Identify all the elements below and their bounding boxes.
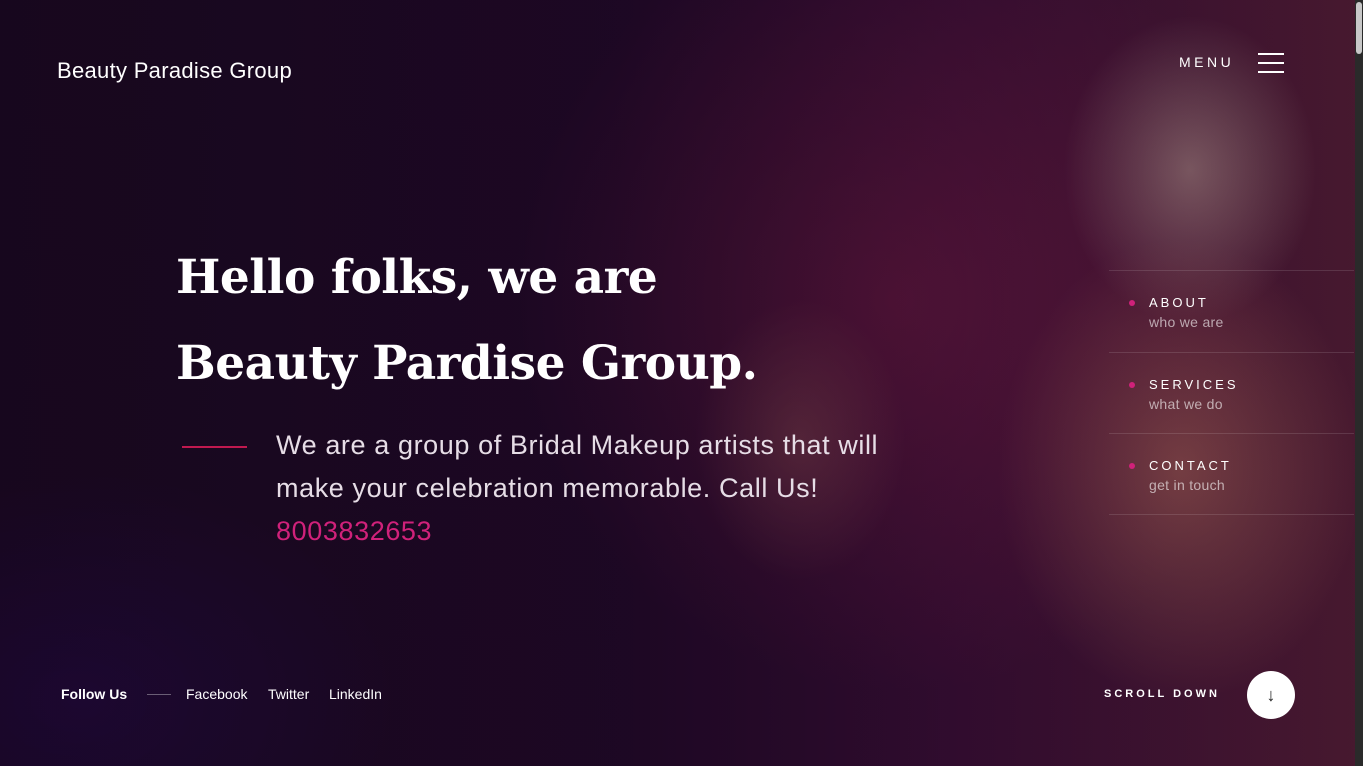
menu-label[interactable]: MENU (1179, 54, 1234, 70)
page-scrollbar[interactable] (1355, 0, 1363, 766)
phone-number-link[interactable]: 8003832653 (276, 516, 432, 546)
bullet-dot-icon (1129, 381, 1135, 388)
nav-item-title: SERVICES (1149, 376, 1239, 392)
hero-description: We are a group of Bridal Makeup artists … (276, 424, 916, 553)
hero-heading-line-1: Hello folks, we are (176, 250, 658, 305)
side-nav-item-contact[interactable]: CONTACT get in touch (1109, 433, 1354, 515)
nav-item-subtitle: what we do (1149, 395, 1223, 412)
linkedin-link[interactable]: LinkedIn (329, 686, 382, 702)
call-us-label: Call Us! (719, 473, 819, 503)
side-nav-item-services[interactable]: SERVICES what we do (1109, 351, 1354, 434)
scroll-down-label[interactable]: SCROLL DOWN (1104, 688, 1220, 700)
nav-item-title: ABOUT (1149, 295, 1209, 310)
scroll-down-button[interactable]: ↓ (1247, 671, 1295, 719)
bullet-dot-icon (1129, 300, 1135, 306)
follow-us-label: Follow Us (61, 686, 128, 702)
accent-divider (182, 446, 247, 448)
twitter-link[interactable]: Twitter (268, 686, 309, 702)
side-nav-item-about[interactable]: ABOUT who we are (1109, 270, 1354, 352)
facebook-link[interactable]: Facebook (186, 686, 247, 702)
side-nav: ABOUT who we are SERVICES what we do CON… (1109, 270, 1354, 515)
nav-item-subtitle: who we are (1149, 314, 1224, 330)
bullet-dot-icon (1129, 463, 1135, 469)
arrow-down-icon: ↓ (1266, 684, 1276, 705)
follow-divider (147, 694, 171, 695)
nav-item-title: CONTACT (1149, 458, 1232, 473)
hero-heading-line-2: Beauty Pardise Group. (176, 336, 758, 391)
scrollbar-thumb[interactable] (1356, 2, 1362, 54)
nav-item-subtitle: get in touch (1149, 477, 1225, 493)
brand-logo[interactable]: Beauty Paradise Group (57, 58, 292, 84)
hamburger-icon[interactable] (1258, 53, 1284, 75)
